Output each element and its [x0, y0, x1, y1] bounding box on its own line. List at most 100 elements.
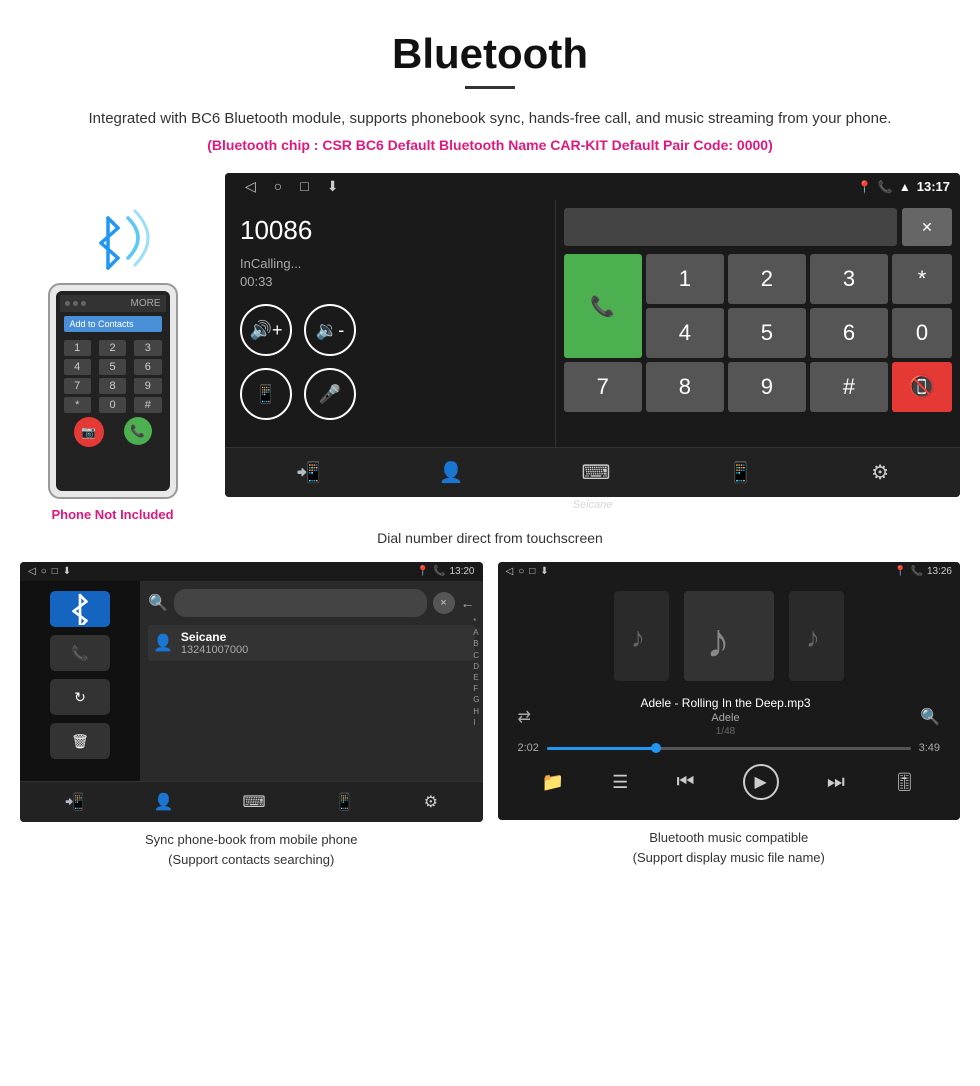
music-track-info: Adele - Rolling In the Deep.mp3 Adele 1/…: [640, 696, 810, 737]
music-progress-bar[interactable]: [547, 747, 911, 750]
phonebook-main: 🔍 × ← 👤 Seicane 13241007000: [140, 581, 483, 781]
car-right-panel: ✕ 1 2 3 * 📞 4 5: [556, 200, 960, 447]
music-next-icon[interactable]: ⏭: [827, 771, 845, 794]
car-input-field[interactable]: [564, 208, 897, 246]
phone-dial-row: * 0 #: [64, 397, 162, 413]
contacts-bottom-icon[interactable]: 👤: [439, 460, 464, 485]
music-mini-screen: ◁ ○ □ ⬇ 📍 📞 13:26 ♪: [498, 562, 961, 820]
phone-dial-cell: 5: [99, 359, 126, 375]
music-content: ♪ ♪ ♪: [498, 581, 961, 820]
dialpad-bottom-icon[interactable]: ⌨: [582, 460, 611, 485]
pb-location-icon: 📍: [417, 566, 429, 577]
calls-icon[interactable]: 📲: [296, 460, 321, 485]
phone-dial-cell: 9: [134, 378, 161, 394]
back-icon: ◁: [245, 178, 256, 195]
phone-dial-cell: 3: [134, 340, 161, 356]
key-star[interactable]: *: [892, 254, 952, 304]
music-recents-icon: □: [529, 566, 535, 577]
alpha-C[interactable]: C: [473, 650, 479, 661]
phone-video-btn: 📷: [74, 417, 104, 447]
music-controls: 📁 ☰ ⏮ ▶ ⏭ 🎚: [508, 754, 951, 810]
key-4[interactable]: 4: [646, 308, 724, 358]
search-music-icon[interactable]: 🔍: [920, 707, 940, 727]
key-hash[interactable]: #: [810, 362, 888, 412]
music-time-total: 3:49: [919, 742, 940, 754]
pb-bottom-phone[interactable]: 📱: [335, 792, 355, 812]
music-note-next-icon: ♪: [802, 619, 830, 653]
call-end-btn[interactable]: 📵: [892, 362, 952, 412]
music-status-bar: ◁ ○ □ ⬇ 📍 📞 13:26: [498, 562, 961, 581]
key-9[interactable]: 9: [728, 362, 806, 412]
shuffle-icon[interactable]: ⇄: [518, 707, 531, 727]
bluetooth-svg-icon: [73, 203, 153, 273]
alpha-F[interactable]: F: [473, 683, 479, 694]
alpha-B[interactable]: B: [473, 638, 479, 649]
music-eq-icon[interactable]: 🎚: [893, 772, 916, 793]
phonebook-content: 📞 ↻ 🗑 🔍 × ←: [20, 581, 483, 781]
volume-up-btn[interactable]: 🔊+: [240, 304, 292, 356]
key-2[interactable]: 2: [728, 254, 806, 304]
call-accept-btn[interactable]: 📞: [564, 254, 642, 358]
pb-back-arrow[interactable]: ←: [461, 595, 475, 611]
pb-bluetooth-icon: [50, 591, 110, 627]
pb-contact-row[interactable]: 👤 Seicane 13241007000: [148, 625, 475, 661]
bt-phone-icon[interactable]: 📱: [728, 460, 753, 485]
phone-dot: [81, 301, 86, 306]
music-time: 13:26: [927, 566, 952, 577]
pb-search-bar: 🔍 × ←: [148, 589, 475, 617]
phone-dial-row: 4 5 6: [64, 359, 162, 375]
key-1[interactable]: 1: [646, 254, 724, 304]
pb-search-icon: 🔍: [148, 593, 168, 613]
phonebook-status-right: 📍 📞 13:20: [417, 566, 475, 577]
pb-call-btn[interactable]: 📞: [50, 635, 110, 671]
transfer-btn[interactable]: 📱: [240, 368, 292, 420]
pb-refresh-btn[interactable]: ↻: [50, 679, 110, 715]
car-number: 10086: [240, 215, 540, 246]
pb-bottom-contacts[interactable]: 👤: [153, 792, 173, 812]
mic-icon: 🎤: [319, 384, 341, 405]
music-progress-dot: [651, 743, 661, 753]
home-icon: ○: [274, 178, 282, 195]
pb-clear-btn[interactable]: ×: [433, 592, 455, 614]
music-folder-icon[interactable]: 📁: [542, 772, 564, 793]
music-location-icon: 📍: [894, 566, 906, 577]
volume-up-icon: 🔊+: [250, 320, 283, 341]
car-backspace-btn[interactable]: ✕: [902, 208, 952, 246]
settings-bottom-icon[interactable]: ⚙: [871, 460, 889, 485]
key-8[interactable]: 8: [646, 362, 724, 412]
key-0[interactable]: 0: [892, 308, 952, 358]
alpha-A[interactable]: A: [473, 627, 479, 638]
alpha-H[interactable]: H: [473, 706, 479, 717]
pb-delete-btn[interactable]: 🗑: [50, 723, 110, 759]
car-ctrl-row-2: 📱 🎤: [240, 368, 540, 420]
music-play-btn[interactable]: ▶: [743, 764, 779, 800]
key-3[interactable]: 3: [810, 254, 888, 304]
pb-trash-icon: 🗑: [71, 733, 89, 750]
car-main: 10086 InCalling... 00:33 🔊+ 🔉- 📱: [225, 200, 960, 447]
call-end-icon: 📵: [908, 374, 935, 400]
key-5[interactable]: 5: [728, 308, 806, 358]
alpha-D[interactable]: D: [473, 661, 479, 672]
pb-search-field[interactable]: [174, 589, 427, 617]
phone-top-bar: MORE: [60, 295, 166, 312]
volume-down-btn[interactable]: 🔉-: [304, 304, 356, 356]
pb-bottom-settings[interactable]: ⚙: [424, 792, 438, 812]
alpha-E[interactable]: E: [473, 672, 479, 683]
music-time-current: 2:02: [518, 742, 539, 754]
key-6[interactable]: 6: [810, 308, 888, 358]
key-7[interactable]: 7: [564, 362, 642, 412]
alpha-I[interactable]: I: [473, 717, 479, 728]
music-phone-icon: 📞: [911, 566, 923, 577]
mic-btn[interactable]: 🎤: [304, 368, 356, 420]
backspace-icon: ✕: [921, 219, 933, 236]
phone-dial-cell: 2: [99, 340, 126, 356]
svg-text:♪: ♪: [706, 615, 730, 664]
music-list-icon[interactable]: ☰: [612, 772, 628, 793]
pb-bottom-calls[interactable]: 📲: [65, 792, 85, 812]
music-note-prev-icon: ♪: [627, 619, 655, 653]
pb-bottom-dialpad[interactable]: ⌨: [242, 792, 265, 812]
alpha-G[interactable]: G: [473, 694, 479, 705]
music-prev-icon[interactable]: ⏮: [676, 771, 694, 794]
page-description: Integrated with BC6 Bluetooth module, su…: [20, 107, 960, 131]
music-controls-row: ⇄ Adele - Rolling In the Deep.mp3 Adele …: [518, 696, 941, 737]
